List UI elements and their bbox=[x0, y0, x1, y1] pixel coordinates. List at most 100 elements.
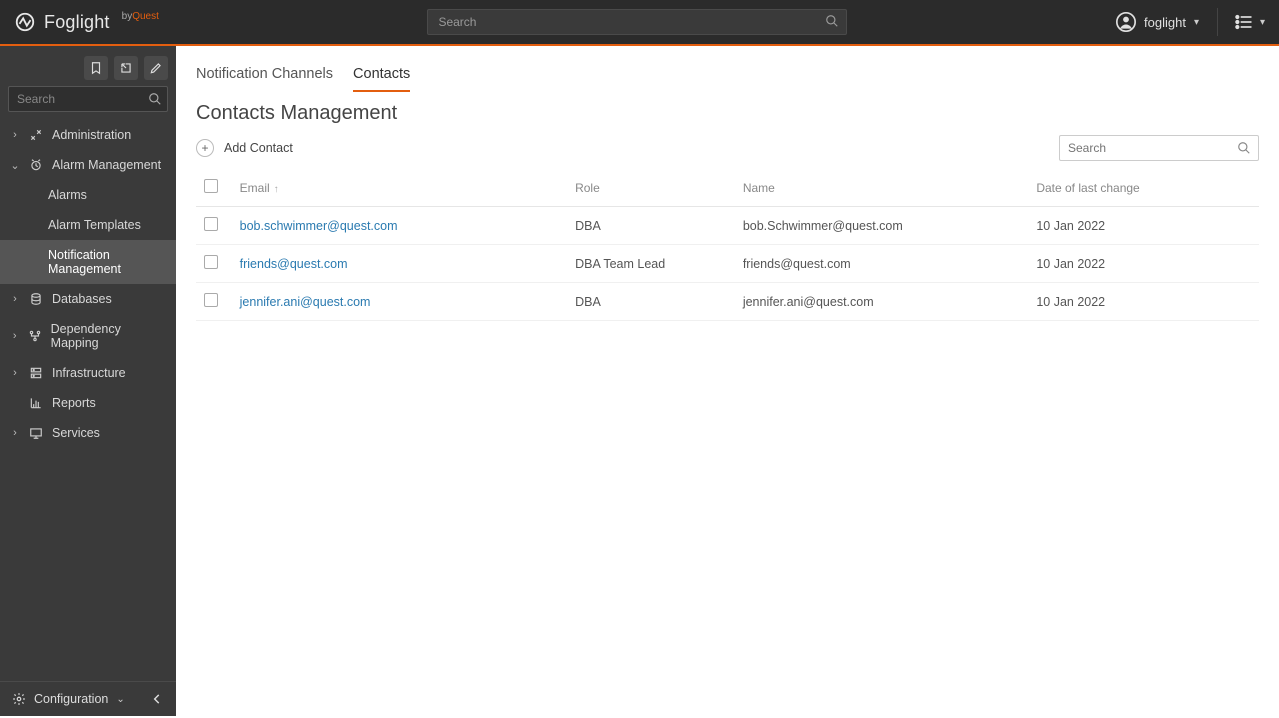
main: Notification Channels Contacts Contacts … bbox=[176, 46, 1279, 716]
add-contact-button[interactable]: + Add Contact bbox=[196, 139, 293, 157]
sidebar-sub-alarm-management: Alarms Alarm Templates Notification Mana… bbox=[0, 180, 176, 284]
services-icon bbox=[28, 426, 44, 440]
external-link-button[interactable] bbox=[114, 56, 138, 80]
logo-byline: byQuest bbox=[122, 11, 159, 22]
contacts-table: Email↑ Role Name Date of last change bob… bbox=[196, 169, 1259, 321]
add-contact-label: Add Contact bbox=[224, 141, 293, 155]
bookmark-button[interactable] bbox=[84, 56, 108, 80]
tools-icon bbox=[28, 128, 44, 142]
logo-by-prefix: by bbox=[122, 11, 133, 22]
column-date[interactable]: Date of last change bbox=[1028, 169, 1259, 207]
row-checkbox[interactable] bbox=[204, 293, 218, 307]
sidebar-footer: Configuration ⌄ bbox=[0, 681, 176, 716]
chevron-down-icon: ▾ bbox=[1194, 17, 1199, 28]
plus-icon: + bbox=[196, 139, 214, 157]
sidebar-toolbar bbox=[0, 46, 176, 86]
contact-email-link[interactable]: friends@quest.com bbox=[240, 257, 348, 271]
search-icon[interactable] bbox=[148, 92, 162, 106]
sidebar-item-label: Administration bbox=[52, 128, 131, 142]
toolbar-row: + Add Contact bbox=[196, 135, 1259, 161]
chevron-down-icon: ▾ bbox=[1260, 17, 1265, 28]
chevron-right-icon: › bbox=[10, 293, 20, 305]
contact-name: friends@quest.com bbox=[735, 245, 1029, 283]
sidebar-item-alarm-templates[interactable]: Alarm Templates bbox=[0, 210, 176, 240]
table-row: bob.schwimmer@quest.com DBA bob.Schwimme… bbox=[196, 207, 1259, 245]
global-search-input[interactable] bbox=[427, 9, 847, 35]
foglight-logo-icon bbox=[14, 11, 36, 33]
gear-icon bbox=[12, 692, 26, 706]
tab-notification-channels[interactable]: Notification Channels bbox=[196, 62, 333, 92]
sidebar-item-label: Reports bbox=[52, 396, 96, 410]
user-name: foglight bbox=[1144, 15, 1186, 30]
chevron-right-icon: › bbox=[10, 129, 20, 141]
logo-by-suffix: Quest bbox=[132, 11, 159, 22]
logo[interactable]: Foglight byQuest bbox=[14, 11, 159, 33]
contact-name: bob.Schwimmer@quest.com bbox=[735, 207, 1029, 245]
user-icon bbox=[1116, 12, 1136, 32]
user-menu[interactable]: foglight ▾ bbox=[1116, 12, 1199, 32]
column-role[interactable]: Role bbox=[567, 169, 735, 207]
chevron-right-icon: › bbox=[10, 427, 20, 439]
mapping-icon bbox=[27, 329, 42, 343]
sidebar-item-reports[interactable]: Reports bbox=[0, 388, 176, 418]
table-search bbox=[1059, 135, 1259, 161]
page-title: Contacts Management bbox=[196, 102, 1259, 125]
contact-date: 10 Jan 2022 bbox=[1028, 283, 1259, 321]
row-checkbox[interactable] bbox=[204, 255, 218, 269]
sidebar: › Administration ⌄ Alarm Management Alar… bbox=[0, 46, 176, 716]
chart-icon bbox=[28, 396, 44, 410]
alarm-icon bbox=[28, 158, 44, 172]
collapse-sidebar-button[interactable] bbox=[150, 692, 164, 706]
sidebar-item-label: Infrastructure bbox=[52, 366, 126, 380]
column-email[interactable]: Email↑ bbox=[232, 169, 567, 207]
contact-role: DBA bbox=[567, 283, 735, 321]
sidebar-item-label: Databases bbox=[52, 292, 112, 306]
sidebar-item-infrastructure[interactable]: › Infrastructure bbox=[0, 358, 176, 388]
select-all-header bbox=[196, 169, 232, 207]
contact-date: 10 Jan 2022 bbox=[1028, 245, 1259, 283]
logo-text: Foglight bbox=[44, 12, 110, 33]
search-icon[interactable] bbox=[825, 14, 839, 28]
contact-name: jennifer.ani@quest.com bbox=[735, 283, 1029, 321]
sidebar-item-databases[interactable]: › Databases bbox=[0, 284, 176, 314]
sidebar-item-notification-management[interactable]: Notification Management bbox=[0, 240, 176, 284]
configuration-label: Configuration bbox=[34, 692, 108, 706]
sidebar-item-administration[interactable]: › Administration bbox=[0, 120, 176, 150]
contact-email-link[interactable]: jennifer.ani@quest.com bbox=[240, 295, 371, 309]
column-email-label: Email bbox=[240, 181, 270, 195]
sidebar-search-input[interactable] bbox=[8, 86, 168, 112]
shell: › Administration ⌄ Alarm Management Alar… bbox=[0, 46, 1279, 716]
app-menu-button[interactable]: ▾ bbox=[1217, 8, 1265, 36]
database-icon bbox=[28, 292, 44, 306]
table-row: jennifer.ani@quest.com DBA jennifer.ani@… bbox=[196, 283, 1259, 321]
configuration-menu[interactable]: Configuration ⌄ bbox=[12, 692, 125, 706]
sidebar-item-dependency-mapping[interactable]: › Dependency Mapping bbox=[0, 314, 176, 358]
table-row: friends@quest.com DBA Team Lead friends@… bbox=[196, 245, 1259, 283]
topbar: Foglight byQuest foglight ▾ ▾ bbox=[0, 0, 1279, 46]
contact-email-link[interactable]: bob.schwimmer@quest.com bbox=[240, 219, 398, 233]
chevron-down-icon: ⌄ bbox=[10, 159, 20, 172]
sidebar-item-services[interactable]: › Services bbox=[0, 418, 176, 448]
chevron-right-icon: › bbox=[10, 367, 20, 379]
sidebar-item-alarms[interactable]: Alarms bbox=[0, 180, 176, 210]
tab-contacts[interactable]: Contacts bbox=[353, 62, 410, 92]
sidebar-item-alarm-management[interactable]: ⌄ Alarm Management bbox=[0, 150, 176, 180]
sidebar-item-label: Alarm Management bbox=[52, 158, 161, 172]
tabs: Notification Channels Contacts bbox=[196, 62, 1259, 92]
nav: › Administration ⌄ Alarm Management Alar… bbox=[0, 120, 176, 681]
contact-date: 10 Jan 2022 bbox=[1028, 207, 1259, 245]
edit-button[interactable] bbox=[144, 56, 168, 80]
sidebar-item-label: Alarms bbox=[48, 188, 87, 202]
row-checkbox[interactable] bbox=[204, 217, 218, 231]
sidebar-item-label: Services bbox=[52, 426, 100, 440]
contact-role: DBA bbox=[567, 207, 735, 245]
column-name[interactable]: Name bbox=[735, 169, 1029, 207]
contact-role: DBA Team Lead bbox=[567, 245, 735, 283]
table-search-input[interactable] bbox=[1059, 135, 1259, 161]
select-all-checkbox[interactable] bbox=[204, 179, 218, 193]
chevron-down-icon: ⌄ bbox=[116, 694, 124, 705]
global-search bbox=[427, 9, 847, 35]
chevron-right-icon: › bbox=[10, 330, 19, 342]
search-icon[interactable] bbox=[1237, 141, 1251, 155]
sidebar-search bbox=[0, 86, 176, 120]
